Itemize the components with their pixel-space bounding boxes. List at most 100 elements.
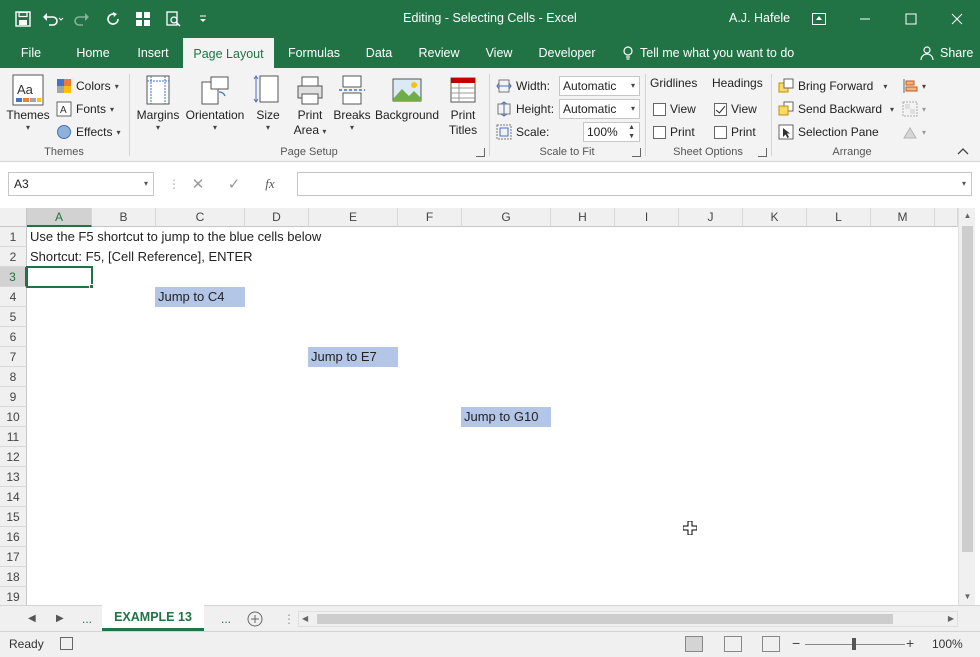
scroll-right-icon[interactable]: ▶: [948, 612, 954, 626]
effects-button[interactable]: Effects ▾: [56, 122, 120, 142]
name-box[interactable]: A3 ▾: [8, 172, 154, 196]
row-header[interactable]: 10: [0, 407, 27, 427]
user-name[interactable]: A.J. Hafele: [729, 11, 790, 25]
more-sheets-left[interactable]: ...: [82, 606, 92, 632]
print-titles-button[interactable]: Print Titles: [442, 74, 484, 138]
chevron-down-icon[interactable]: ▾: [962, 173, 966, 195]
column-header-b[interactable]: B: [92, 208, 156, 227]
sheet-scroll-right-icon[interactable]: ▶: [56, 606, 64, 632]
scroll-down-icon[interactable]: ▼: [959, 589, 976, 605]
row-header[interactable]: 18: [0, 567, 27, 587]
column-header-i[interactable]: I: [615, 208, 679, 227]
headings-view-checkbox[interactable]: View: [714, 99, 757, 119]
enter-icon[interactable]: ✓: [216, 175, 252, 193]
fill-handle[interactable]: [89, 284, 94, 289]
vertical-scroll-thumb[interactable]: [962, 226, 973, 552]
zoom-slider-thumb[interactable]: [852, 638, 856, 650]
horizontal-scrollbar[interactable]: ◀ ▶: [298, 611, 958, 627]
row-header[interactable]: 11: [0, 427, 27, 447]
insert-function-icon[interactable]: fx: [252, 176, 288, 192]
colors-button[interactable]: Colors ▾: [56, 76, 119, 96]
background-button[interactable]: Background: [374, 74, 440, 123]
column-header-g[interactable]: G: [462, 208, 551, 227]
row-header[interactable]: 1: [0, 227, 27, 247]
zoom-out-icon[interactable]: −: [792, 635, 800, 651]
tab-developer[interactable]: Developer: [530, 38, 604, 68]
margins-button[interactable]: Margins ▾: [134, 74, 182, 133]
fonts-button[interactable]: A Fonts ▾: [56, 99, 114, 119]
orientation-button[interactable]: Orientation ▾: [184, 74, 246, 133]
row-header[interactable]: 8: [0, 367, 27, 387]
drag-handle-icon[interactable]: ⋮: [168, 177, 180, 191]
row-header[interactable]: 5: [0, 307, 27, 327]
breaks-button[interactable]: Breaks ▾: [332, 74, 372, 133]
headings-print-checkbox[interactable]: Print: [714, 122, 756, 142]
minimize-icon[interactable]: [842, 0, 888, 38]
sheet-tab-example-13[interactable]: EXAMPLE 13: [102, 605, 204, 631]
column-header-m[interactable]: M: [871, 208, 935, 227]
gridlines-print-checkbox[interactable]: Print: [653, 122, 695, 142]
cell-a1[interactable]: Use the F5 shortcut to jump to the blue …: [27, 227, 321, 247]
row-header[interactable]: 12: [0, 447, 27, 467]
tab-page-layout[interactable]: Page Layout: [183, 38, 274, 68]
bring-forward-button[interactable]: Bring Forward ▾: [778, 76, 887, 96]
group-objects-button[interactable]: ▾: [902, 99, 926, 119]
collapse-ribbon-icon[interactable]: [957, 144, 969, 158]
ribbon-display-icon[interactable]: [796, 0, 842, 38]
tab-view[interactable]: View: [474, 38, 524, 68]
column-header-c[interactable]: C: [156, 208, 245, 227]
cell-a2[interactable]: Shortcut: F5, [Cell Reference], ENTER: [27, 247, 253, 267]
selection-pane-button[interactable]: Selection Pane: [778, 122, 879, 142]
column-header-k[interactable]: K: [743, 208, 807, 227]
maximize-icon[interactable]: [888, 0, 934, 38]
tell-me-box[interactable]: Tell me what you want to do: [622, 38, 794, 68]
cell-e7[interactable]: Jump to E7: [308, 347, 398, 367]
share-button[interactable]: Share: [920, 38, 973, 68]
more-sheets-right[interactable]: ...: [221, 606, 231, 632]
send-backward-button[interactable]: Send Backward ▾: [778, 99, 894, 119]
sheet-scroll-left-icon[interactable]: ◀: [28, 606, 36, 632]
row-header[interactable]: 19: [0, 587, 27, 605]
formula-input[interactable]: ▾: [297, 172, 972, 196]
cell-c4[interactable]: Jump to C4: [155, 287, 245, 307]
width-select[interactable]: Automatic ▾: [559, 76, 640, 96]
row-header[interactable]: 6: [0, 327, 27, 347]
horizontal-scroll-thumb[interactable]: [317, 614, 893, 624]
page-break-preview-icon[interactable]: [762, 636, 780, 652]
tab-home[interactable]: Home: [62, 38, 124, 68]
tab-insert[interactable]: Insert: [126, 38, 180, 68]
tab-file[interactable]: File: [10, 38, 52, 68]
size-button[interactable]: Size ▾: [250, 74, 286, 133]
normal-view-icon[interactable]: [685, 636, 703, 652]
cell-g10[interactable]: Jump to G10: [461, 407, 551, 427]
scroll-left-icon[interactable]: ◀: [302, 612, 308, 626]
active-cell-a3[interactable]: [26, 266, 93, 288]
tab-review[interactable]: Review: [410, 38, 468, 68]
height-select[interactable]: Automatic ▾: [559, 99, 640, 119]
row-header[interactable]: 2: [0, 247, 27, 267]
select-all-button[interactable]: [0, 208, 27, 227]
column-header-d[interactable]: D: [245, 208, 309, 227]
vertical-scrollbar[interactable]: ▲ ▼: [958, 208, 975, 605]
row-header[interactable]: 9: [0, 387, 27, 407]
column-header-l[interactable]: L: [807, 208, 871, 227]
column-header-h[interactable]: H: [551, 208, 615, 227]
themes-button[interactable]: Aa Themes ▾: [6, 74, 50, 133]
close-icon[interactable]: [934, 0, 980, 38]
row-header[interactable]: 15: [0, 507, 27, 527]
tab-split-handle-icon[interactable]: ⋮: [283, 606, 295, 632]
row-header[interactable]: 13: [0, 467, 27, 487]
scale-spinner[interactable]: 100% ▲ ▼: [583, 122, 640, 142]
zoom-level[interactable]: 100%: [932, 637, 963, 651]
column-header-n[interactable]: [935, 208, 958, 227]
column-header-f[interactable]: F: [398, 208, 462, 227]
page-layout-view-icon[interactable]: [724, 636, 742, 652]
worksheet-grid[interactable]: A B C D E F G H I J K L M 1 2 3 4 5 6 7 …: [0, 208, 980, 605]
column-header-j[interactable]: J: [679, 208, 743, 227]
cancel-icon[interactable]: ✕: [180, 175, 216, 193]
macro-recording-icon[interactable]: [60, 637, 73, 650]
gridlines-view-checkbox[interactable]: View: [653, 99, 696, 119]
row-header[interactable]: 14: [0, 487, 27, 507]
row-header[interactable]: 17: [0, 547, 27, 567]
print-area-button[interactable]: Print Area ▾: [290, 74, 330, 139]
